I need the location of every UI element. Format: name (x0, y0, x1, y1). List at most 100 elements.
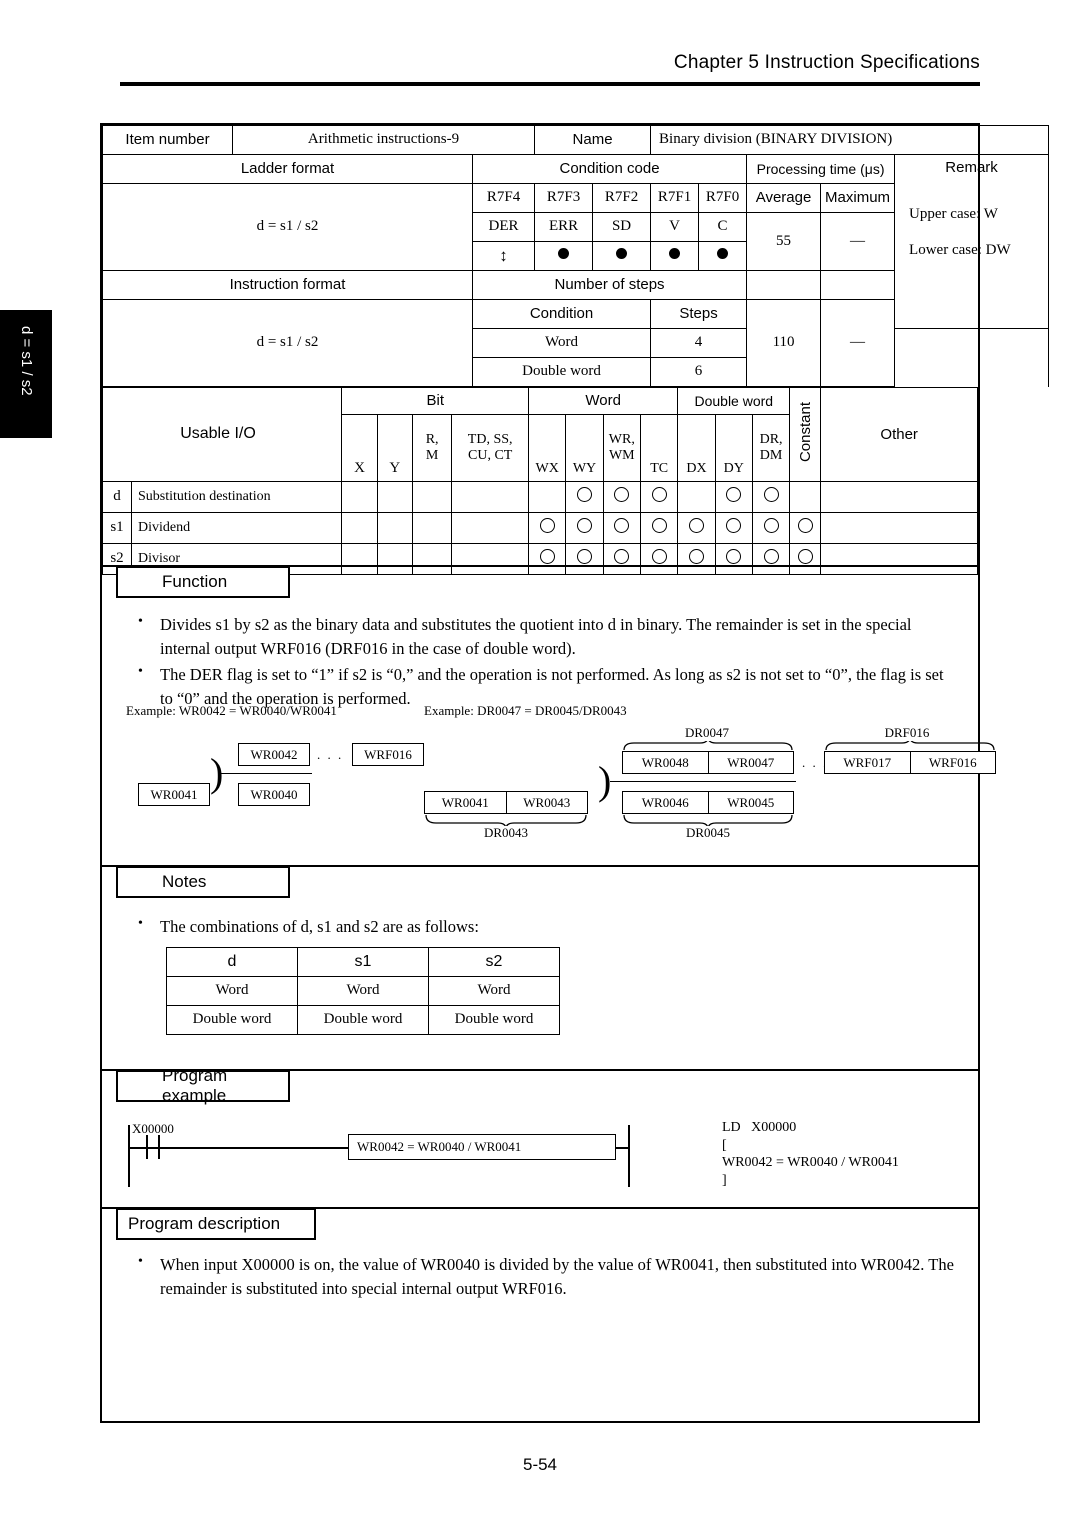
right-divisor-lo: WR0043 (505, 792, 588, 813)
mnemonic-line: [ (722, 1137, 727, 1153)
left-division-bracket-icon: ) (210, 750, 224, 795)
right-division-bar (610, 781, 796, 782)
notes-bullet-0: The combinations of d, s1 and s2 are as … (130, 914, 830, 939)
combination-table: d s1 s2 Word Word Word Double word Double word D… (166, 947, 560, 1035)
ladder-format-value: d = s1 / s2 (101, 183, 474, 271)
io-row-code: d (101, 481, 133, 513)
io-mark-circle-icon (677, 543, 716, 575)
instruction-spec-frame: Item number Arithmetic instructions-9 Na… (100, 123, 1050, 1423)
io-mark-circle-icon (565, 481, 604, 513)
io-mark-empty (376, 512, 413, 544)
io-mark-circle-icon (565, 543, 604, 575)
left-dots: . . . (317, 747, 344, 762)
right-dividend-lo: WR0045 (707, 792, 794, 813)
mnemonic-line: LD X00000 (722, 1120, 797, 1135)
cc-register-1: R7F3 (534, 183, 594, 213)
combination-row: Word Word Word (166, 976, 560, 1006)
io-mark-circle-icon (677, 512, 716, 544)
right-divisor-hi: WR0041 (441, 794, 489, 810)
combination-row: Double word Double word Double word (166, 1005, 560, 1035)
usable-io-table: Bit Word Double word Constant Other X Y … (101, 387, 978, 575)
io-mark-empty (451, 481, 530, 513)
io-mark-circle-icon (751, 481, 791, 513)
remark-cell: Remark Upper case: W Lower case: DW (894, 154, 1050, 329)
right-remainder-hi: WRF017 (843, 754, 892, 770)
io-group-word: Word (528, 387, 679, 415)
program-description-bullet-0: When input X00000 is on, the value of WR… (130, 1252, 960, 1301)
left-divisor-box: WR0041 (138, 783, 210, 806)
cc-register-0: R7F4 (472, 183, 536, 213)
io-group-double-word: Double word (677, 387, 791, 415)
combination-header-cell: s1 (297, 947, 429, 977)
combination-cell: Word (297, 976, 429, 1006)
mnemonic-line: WR0042 = WR0040 / WR0041 (722, 1155, 899, 1170)
steps-row-0-condition: Word (472, 328, 652, 358)
io-mark-circle-icon (639, 543, 679, 575)
spec-row-item: Item number Arithmetic instructions-9 Na… (101, 125, 1050, 155)
instruction-format-value: d = s1 / s2 (101, 299, 474, 387)
io-mark-circle-icon (528, 543, 567, 575)
io-col-tc: TC (639, 414, 679, 482)
io-row-description: Substitution destination (131, 481, 343, 513)
cc-flag-3: V (650, 212, 700, 242)
remark-line-1: Upper case: W (909, 206, 998, 223)
combination-header-row: d s1 s2 (166, 947, 560, 977)
ladder-wire-left (130, 1147, 348, 1149)
right-dividend-hi: WR0046 (641, 794, 689, 810)
steps-steps-label: Steps (650, 299, 748, 329)
io-mark-empty (376, 481, 413, 513)
cc-register-4: R7F0 (698, 183, 748, 213)
right-quotient-brace-icon (623, 741, 793, 751)
io-mark-circle-icon (602, 543, 641, 575)
combination-header-cell: d (166, 947, 298, 977)
io-mark-empty (451, 512, 530, 544)
io-mark-empty (411, 512, 453, 544)
io-mark-circle-icon (639, 481, 679, 513)
example-right-caption: Example: DR0047 = DR0045/DR0043 (424, 703, 627, 718)
function-bullet-0: Divides s1 by s2 as the binary data and … (130, 612, 960, 661)
average-label: Average (746, 183, 822, 213)
notes-section-label: Notes (162, 872, 207, 891)
io-mark-empty (341, 543, 378, 575)
cc-mark-0-arrow-icon: ↕ (472, 241, 536, 271)
left-quotient-box: WR0042 (238, 743, 310, 766)
io-mark-circle-icon (789, 543, 822, 575)
ladder-contact-bar-left (146, 1135, 148, 1159)
io-row-code: s1 (101, 512, 133, 544)
io-mark-empty (341, 481, 378, 513)
io-mark-empty (411, 543, 453, 575)
name-value: Binary division (BINARY DIVISION) (650, 125, 1050, 155)
io-row: s1 Dividend (101, 512, 978, 544)
right-dividend-boxes: WR0046 WR0045 (622, 791, 794, 814)
io-mark-circle-icon (602, 481, 641, 513)
program-description-label: Program description (128, 1214, 281, 1233)
io-col-dy: DY (714, 414, 753, 482)
io-mark-circle-icon (751, 543, 791, 575)
remark-line-2: Lower case: DW (909, 241, 1011, 258)
io-row-description: Dividend (131, 512, 343, 544)
io-mark-circle-icon (602, 512, 641, 544)
average-word-value: 55 (746, 212, 822, 271)
notes-bullet-list: The combinations of d, s1 and s2 are as … (130, 914, 830, 941)
maximum-dword-value: — (820, 299, 896, 387)
io-col-wx: WX (528, 414, 567, 482)
right-quotient-label: DR0047 (684, 725, 730, 740)
io-col-wr-wm: WR, WM (602, 414, 641, 482)
number-of-steps-label: Number of steps (472, 270, 748, 300)
condition-code-label: Condition code (472, 154, 748, 184)
steps-row-1-condition: Double word (472, 357, 652, 387)
side-index-tab-label: d = s1 / s2 (18, 326, 35, 396)
io-mark-circle-icon (565, 512, 604, 544)
io-constant-header: Constant (789, 387, 822, 482)
cc-flag-1: ERR (534, 212, 594, 242)
io-col-dr-dm: DR, DM (751, 414, 791, 482)
usable-io-title: Usable I/O (180, 425, 256, 442)
document-page: Chapter 5 Instruction Specifications d =… (0, 0, 1080, 1528)
combination-cell: Word (166, 976, 298, 1006)
io-row-groups: Bit Word Double word Constant Other (101, 387, 978, 482)
spec-row-headers: Ladder format Condition code Processing … (101, 154, 1050, 329)
program-example-tab: Program example (116, 1066, 290, 1105)
right-division-bracket-icon: ) (598, 758, 612, 803)
average-dword-value: 110 (746, 299, 822, 387)
example-left-caption: Example: WR0042 = WR0040/WR0041 (126, 703, 337, 718)
